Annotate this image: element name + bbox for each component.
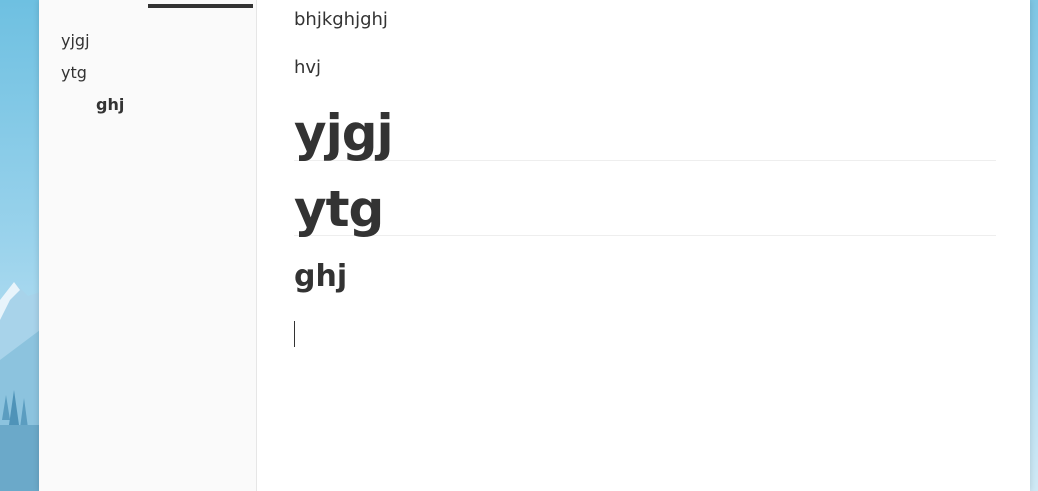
outline-item-ytg[interactable]: ytg <box>61 60 124 92</box>
desktop-wallpaper <box>0 0 40 491</box>
outline-list: yjgj ytg ghj <box>61 28 124 124</box>
paragraph[interactable]: hvj <box>294 57 321 78</box>
desktop-wallpaper-right <box>1030 0 1038 491</box>
outline-sidebar: yjgj ytg ghj <box>39 0 257 491</box>
sidebar-tab-indicator <box>148 4 253 8</box>
outline-item-ghj[interactable]: ghj <box>61 92 124 124</box>
heading-1[interactable]: yjgj <box>294 104 996 162</box>
paragraph[interactable]: bhjkghjghj <box>294 9 388 30</box>
outline-item-yjgj[interactable]: yjgj <box>61 28 124 60</box>
text-cursor <box>294 321 295 347</box>
app-window: yjgj ytg ghj bhjkghjghj hvj yjgj ytg ghj <box>39 0 1030 491</box>
editor-area[interactable]: bhjkghjghj hvj yjgj ytg ghj <box>257 0 1030 491</box>
heading-1[interactable]: ytg <box>294 180 996 238</box>
heading-3[interactable]: ghj <box>294 258 347 296</box>
